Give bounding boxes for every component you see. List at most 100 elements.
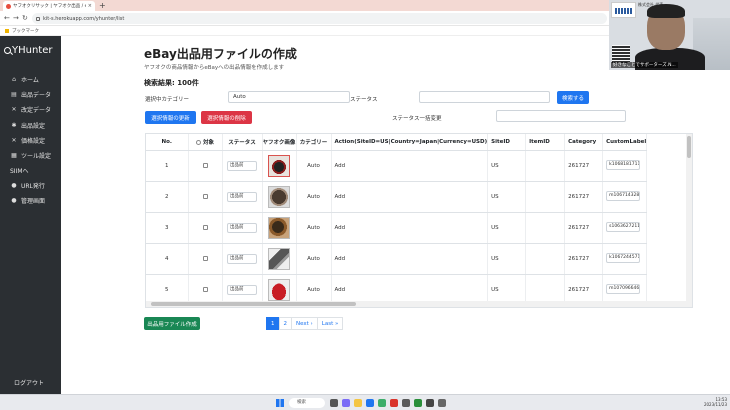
row-siteid: US — [487, 150, 527, 182]
tab-title: ヤフオクリサック | ヤフオク出品 / eBay — [13, 4, 86, 9]
vertical-scroll-thumb[interactable] — [687, 136, 691, 158]
app-icon[interactable] — [438, 399, 446, 407]
col-no: No. — [146, 134, 189, 151]
delete-selection-button[interactable]: 選択情報の削除 — [201, 111, 252, 124]
app-icon[interactable] — [378, 399, 386, 407]
chrome-icon[interactable] — [390, 399, 398, 407]
taskbar-search[interactable]: 検索 — [289, 398, 325, 408]
edge-icon[interactable] — [366, 399, 374, 407]
customlabel-input[interactable]: k1067244571 — [606, 252, 641, 263]
price-icon: ✕ — [11, 136, 17, 144]
status-select[interactable]: 出品前 — [227, 191, 257, 202]
browser-tab[interactable]: ヤフオクリサック | ヤフオク出品 / eBay × — [3, 1, 95, 11]
sidebar-item-url-issue[interactable]: ● URL発行 — [11, 181, 45, 190]
windows-start-icon[interactable] — [276, 399, 284, 407]
product-image[interactable] — [268, 247, 290, 270]
back-icon[interactable]: ← — [4, 14, 10, 22]
customlabel-input[interactable]: m1070966461 — [606, 283, 641, 294]
status-select[interactable]: 出品前 — [227, 253, 257, 264]
sidebar-item-label: SIIMへ — [10, 168, 29, 175]
bookmark-link[interactable]: ブックマーク — [12, 28, 39, 34]
url-field[interactable]: kit-s.herokuapp.com/yhunter/list — [32, 13, 607, 24]
row-image-cell — [262, 150, 297, 182]
product-image[interactable] — [268, 154, 290, 177]
sidebar-item-admin[interactable]: ● 管理画面 — [11, 196, 45, 205]
col-ebay-category: Category — [564, 134, 604, 151]
horizontal-scroll-thumb[interactable] — [151, 302, 356, 306]
row-checkbox[interactable] — [202, 286, 208, 292]
sidebar-item-home[interactable]: ⌂ ホーム — [11, 75, 39, 84]
sidebar-item-revision-data[interactable]: ✕ 改定データ — [11, 105, 51, 114]
row-action: Add — [331, 212, 489, 244]
row-category: Auto — [296, 181, 332, 213]
row-action: Add — [331, 243, 489, 275]
product-image[interactable] — [268, 278, 290, 301]
page-subtitle: ヤフオクの商品情報からeBayへの出品情報を作成します — [144, 65, 285, 71]
new-tab-icon[interactable]: + — [99, 1, 106, 10]
sidebar-item-label: ホーム — [21, 77, 39, 84]
brand-logo[interactable]: YHunter — [4, 45, 53, 56]
sidebar-item-listing-data[interactable]: ▤ 出品データ — [11, 90, 51, 99]
next-page-button[interactable]: Next › — [291, 317, 318, 330]
row-category: Auto — [296, 243, 332, 275]
row-no: 4 — [146, 243, 189, 275]
listing-table: No. 対象 ステータス ヤフオク画像 カテゴリー Action(SiteID=… — [145, 133, 693, 308]
customlabel-input[interactable]: k1068181711 — [606, 159, 641, 170]
status-select[interactable]: 出品前 — [227, 222, 257, 233]
table-vertical-scrollbar[interactable] — [686, 134, 692, 303]
sidebar-item-label: 出品データ — [21, 92, 52, 99]
create-listing-file-button[interactable]: 出品用ファイル作成 — [144, 317, 200, 330]
forward-icon[interactable]: → — [13, 14, 19, 22]
row-checkbox[interactable] — [202, 255, 208, 261]
sidebar-item-tool-settings[interactable]: ▦ ツール設定 — [11, 151, 51, 160]
row-checkbox[interactable] — [202, 224, 208, 230]
app-icon[interactable] — [426, 399, 434, 407]
result-count: 検索結果: 100件 — [144, 79, 199, 87]
row-itemid — [525, 181, 566, 213]
sidebar-item-price-settings[interactable]: ✕ 価格設定 — [11, 136, 45, 145]
last-page-button[interactable]: Last » — [316, 317, 344, 330]
favicon-icon — [6, 3, 11, 9]
row-checkbox[interactable] — [202, 162, 208, 168]
update-selection-button[interactable]: 選択情報の更新 — [145, 111, 196, 124]
customlabel-input[interactable]: m1067143281 — [606, 190, 641, 201]
status-select[interactable]: 出品前 — [227, 284, 257, 295]
system-clock[interactable]: 13:53 2023/11/23 — [704, 397, 727, 407]
sidebar-item-listing-settings[interactable]: ✱ 出品設定 — [11, 121, 45, 130]
sidebar-item-label: 出品設定 — [21, 123, 46, 130]
status-select[interactable]: 出品前 — [227, 160, 257, 171]
col-siteid: SiteID — [487, 134, 527, 151]
task-view-icon[interactable] — [330, 399, 338, 407]
select-all-radio[interactable] — [195, 139, 201, 145]
page-1-button[interactable]: 1 — [266, 317, 280, 330]
page-2-button[interactable]: 2 — [278, 317, 292, 330]
row-checkbox-cell — [188, 243, 223, 275]
status-input[interactable] — [419, 91, 550, 103]
bulk-status-input[interactable] — [496, 110, 626, 122]
row-status-cell: 出品前 — [222, 243, 263, 275]
search-button[interactable]: 検索する — [557, 91, 589, 104]
row-itemid — [525, 150, 566, 182]
taskbar: 検索 13:53 2023/11/23 — [0, 394, 730, 410]
product-image[interactable] — [268, 216, 290, 239]
table-header-row: No. 対象 ステータス ヤフオク画像 カテゴリー Action(SiteID=… — [146, 134, 648, 151]
row-checkbox[interactable] — [202, 193, 208, 199]
sidebar: YHunter ⌂ ホーム ▤ 出品データ ✕ 改定データ ✱ 出品設定 ✕ 価… — [0, 36, 61, 394]
teams-icon[interactable] — [342, 399, 350, 407]
close-tab-icon[interactable]: × — [88, 3, 92, 9]
customlabel-input[interactable]: s1063627211 — [606, 221, 641, 232]
product-image[interactable] — [268, 185, 290, 208]
sidebar-item-label: 改定データ — [21, 107, 52, 114]
table-horizontal-scrollbar[interactable] — [146, 301, 692, 307]
pagination: 1 2 Next › Last » — [266, 317, 344, 330]
row-itemid — [525, 243, 566, 275]
category-input[interactable]: Auto — [228, 91, 350, 103]
app-icon[interactable] — [414, 399, 422, 407]
row-checkbox-cell — [188, 212, 223, 244]
reload-icon[interactable]: ↻ — [22, 14, 28, 22]
logout-link[interactable]: ログアウト — [14, 378, 44, 387]
qr-code-icon — [612, 45, 630, 63]
sidebar-item-siim[interactable]: SIIMへ — [10, 166, 29, 175]
app-icon[interactable] — [402, 399, 410, 407]
explorer-icon[interactable] — [354, 399, 362, 407]
